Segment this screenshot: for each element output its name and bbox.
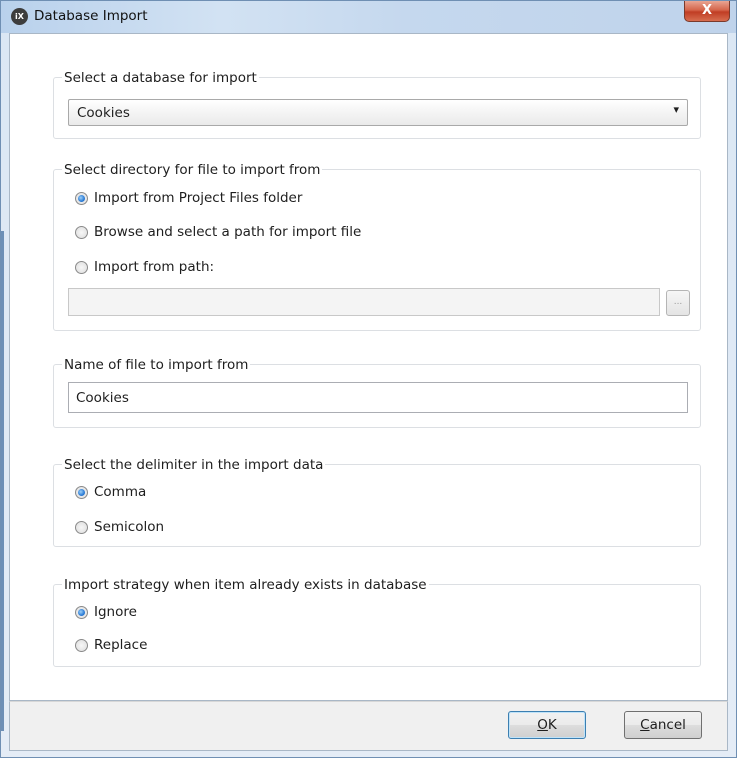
database-group-title: Select a database for import bbox=[62, 70, 259, 86]
cancel-mnemonic: C bbox=[640, 717, 650, 733]
radio-unchecked-icon bbox=[75, 225, 88, 239]
database-select-value: Cookies bbox=[77, 105, 130, 121]
radio-label: Browse and select a path for import file bbox=[94, 224, 362, 240]
radio-label: Replace bbox=[94, 637, 148, 653]
radio-import-from-path[interactable]: Import from path: bbox=[75, 258, 214, 276]
delimiter-group-title: Select the delimiter in the import data bbox=[62, 457, 326, 473]
database-import-window: iX Database Import X Select a database f… bbox=[0, 0, 737, 758]
radio-label: Comma bbox=[94, 484, 147, 500]
app-icon: iX bbox=[11, 8, 28, 25]
radio-label: Semicolon bbox=[94, 519, 165, 535]
window-title: Database Import bbox=[34, 8, 148, 24]
radio-label: Ignore bbox=[94, 604, 137, 620]
window-edge-accent bbox=[1, 231, 4, 731]
radio-semicolon[interactable]: Semicolon bbox=[75, 518, 164, 536]
strategy-group-title: Import strategy when item already exists… bbox=[62, 577, 429, 593]
radio-project-files[interactable]: Import from Project Files folder bbox=[75, 189, 302, 207]
directory-group-title: Select directory for file to import from bbox=[62, 162, 323, 178]
radio-unchecked-icon bbox=[75, 260, 88, 274]
button-bar bbox=[9, 701, 728, 751]
radio-label: Import from Project Files folder bbox=[94, 190, 303, 206]
import-path-input[interactable] bbox=[68, 288, 660, 316]
radio-unchecked-icon bbox=[75, 638, 88, 652]
cancel-button[interactable]: Cancel bbox=[624, 711, 702, 739]
radio-checked-icon bbox=[75, 191, 88, 205]
ok-label-rest: K bbox=[547, 717, 557, 733]
filename-group-title: Name of file to import from bbox=[62, 357, 251, 373]
radio-browse-path[interactable]: Browse and select a path for import file bbox=[75, 223, 361, 241]
title-bar[interactable]: iX Database Import X bbox=[1, 1, 736, 33]
radio-replace[interactable]: Replace bbox=[75, 636, 147, 654]
database-select[interactable]: Cookies ▾ bbox=[68, 99, 688, 126]
radio-unchecked-icon bbox=[75, 520, 88, 534]
ok-mnemonic: O bbox=[537, 717, 548, 733]
filename-value: Cookies bbox=[76, 390, 129, 406]
close-button[interactable]: X bbox=[684, 1, 730, 22]
chevron-down-icon: ▾ bbox=[673, 103, 679, 116]
radio-checked-icon bbox=[75, 485, 88, 499]
radio-ignore[interactable]: Ignore bbox=[75, 603, 137, 621]
radio-comma[interactable]: Comma bbox=[75, 483, 146, 501]
browse-button[interactable]: ... bbox=[666, 290, 690, 316]
filename-input[interactable]: Cookies bbox=[68, 382, 688, 413]
radio-label: Import from path: bbox=[94, 259, 215, 275]
ok-button[interactable]: OK bbox=[508, 711, 586, 739]
radio-checked-icon bbox=[75, 605, 88, 619]
cancel-label-rest: ancel bbox=[649, 717, 686, 733]
strategy-group: Import strategy when item already exists… bbox=[53, 577, 701, 667]
